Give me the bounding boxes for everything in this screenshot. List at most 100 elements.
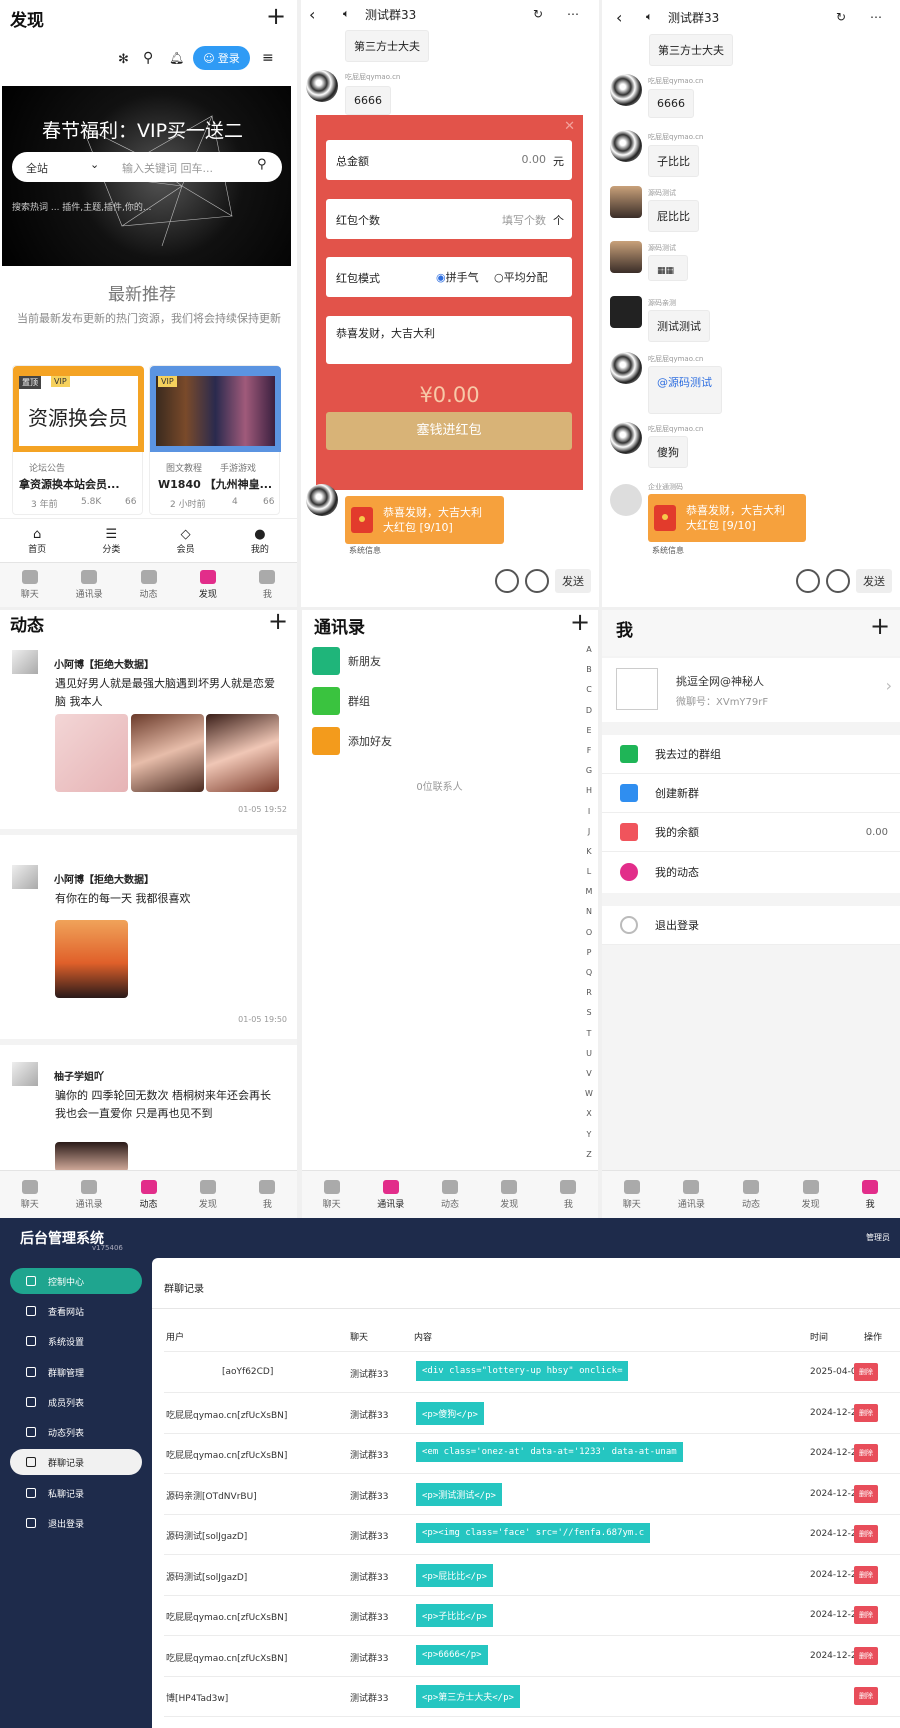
- sidebar-item-moments[interactable]: 动态列表: [10, 1419, 142, 1445]
- alphabet-letter[interactable]: U: [586, 1044, 592, 1064]
- red-packet-message[interactable]: 恭喜发财，大吉大利 大红包 [9/10]: [345, 496, 504, 544]
- post-image[interactable]: [131, 714, 204, 792]
- post-image[interactable]: [55, 1142, 128, 1172]
- alphabet-letter[interactable]: Y: [587, 1125, 592, 1145]
- site-nav-home[interactable]: ⌂ 首页: [0, 519, 74, 562]
- poster-name[interactable]: 小阿博【拒绝大数据】: [54, 656, 154, 671]
- tab-contacts[interactable]: 通讯录: [59, 1171, 118, 1218]
- submit-packet-button[interactable]: 塞钱进红包: [326, 412, 572, 450]
- gear-icon[interactable]: ✻: [118, 52, 129, 67]
- alphabet-letter[interactable]: B: [586, 660, 592, 680]
- bell-icon[interactable]: 🔔︎: [169, 51, 184, 65]
- tab-contacts[interactable]: 通讯录: [662, 1171, 722, 1218]
- alphabet-letter[interactable]: Q: [586, 963, 592, 983]
- menu-icon[interactable]: ≡: [262, 50, 274, 66]
- tab-moments[interactable]: 动态: [119, 563, 178, 607]
- delete-button[interactable]: 删除: [854, 1687, 878, 1705]
- tab-moments[interactable]: 动态: [420, 1171, 479, 1218]
- more-icon[interactable]: ⋯: [567, 7, 579, 21]
- mention-message[interactable]: @源码测试: [648, 366, 722, 414]
- tab-chat[interactable]: 聊天: [0, 563, 59, 607]
- alphabet-letter[interactable]: L: [587, 862, 591, 882]
- more-icon[interactable]: ⋯: [870, 10, 882, 24]
- post-image[interactable]: [55, 920, 128, 998]
- tab-me[interactable]: 我: [238, 563, 297, 607]
- delete-button[interactable]: 删除: [854, 1363, 878, 1381]
- tab-moments[interactable]: 动态: [721, 1171, 781, 1218]
- alphabet-letter[interactable]: F: [587, 741, 592, 761]
- search-input[interactable]: 输入关键词 回车...: [122, 160, 213, 176]
- red-packet-message[interactable]: 恭喜发财，大吉大利 大红包 [9/10]: [648, 494, 806, 542]
- radio-luck[interactable]: ◉拼手气: [436, 269, 479, 285]
- alphabet-letter[interactable]: G: [586, 761, 592, 781]
- add-icon[interactable]: +: [268, 610, 288, 633]
- tab-me[interactable]: 我: [238, 1171, 297, 1218]
- tab-discover[interactable]: 发现: [480, 1171, 539, 1218]
- tab-contacts[interactable]: 通讯录: [361, 1171, 420, 1218]
- plus-circle-icon[interactable]: [826, 569, 850, 593]
- search-bar[interactable]: 全站 ⌄ 输入关键词 回车... ⚲: [12, 152, 282, 182]
- refresh-icon[interactable]: ↻: [533, 7, 543, 21]
- alphabet-letter[interactable]: I: [588, 802, 590, 822]
- alphabet-letter[interactable]: H: [586, 781, 592, 801]
- profile-card[interactable]: 挑逗全网@神秘人 微聊号：XVmY79rF ›: [602, 658, 900, 722]
- search-scope[interactable]: 全站: [26, 160, 48, 176]
- sidebar-item-view-site[interactable]: 查看网站: [10, 1298, 142, 1324]
- alphabet-letter[interactable]: J: [588, 822, 590, 842]
- site-nav-mine[interactable]: ● 我的: [223, 519, 297, 562]
- tab-discover[interactable]: 发现: [178, 1171, 237, 1218]
- post-image[interactable]: [206, 714, 279, 792]
- resource-card[interactable]: 置顶 VIP 资源换会员 论坛公告 拿资源换本站会员... 3 年前 5.8K …: [12, 365, 144, 515]
- alphabet-letter[interactable]: W: [585, 1084, 593, 1104]
- alphabet-letter[interactable]: A: [586, 640, 591, 660]
- delete-button[interactable]: 删除: [854, 1484, 878, 1503]
- send-button[interactable]: 发送: [856, 569, 892, 593]
- alphabet-letter[interactable]: V: [586, 1064, 591, 1084]
- sidebar-item-logout[interactable]: 退出登录: [10, 1510, 142, 1536]
- tab-chat[interactable]: 聊天: [0, 1171, 59, 1218]
- tab-discover[interactable]: 发现: [178, 563, 237, 607]
- add-icon[interactable]: +: [870, 614, 890, 638]
- delete-button[interactable]: 删除: [854, 1403, 878, 1422]
- back-icon[interactable]: ‹: [616, 8, 622, 27]
- site-nav-category[interactable]: ☰ 分类: [74, 519, 148, 562]
- alphabet-letter[interactable]: K: [586, 842, 591, 862]
- tab-me[interactable]: 我: [840, 1171, 900, 1218]
- poster-name[interactable]: 小阿博【拒绝大数据】: [54, 871, 154, 886]
- emoji-icon[interactable]: [495, 569, 519, 593]
- alphabet-letter[interactable]: Z: [586, 1145, 591, 1165]
- alphabet-letter[interactable]: C: [586, 680, 592, 700]
- alphabet-letter[interactable]: X: [586, 1104, 591, 1124]
- delete-button[interactable]: 删除: [854, 1444, 878, 1462]
- add-icon[interactable]: +: [570, 610, 590, 634]
- contact-new-friends[interactable]: 新朋友: [312, 646, 381, 676]
- alphabet-letter[interactable]: P: [587, 943, 592, 963]
- delete-button[interactable]: 删除: [854, 1606, 878, 1624]
- alphabet-letter[interactable]: E: [586, 721, 591, 741]
- alphabet-letter[interactable]: M: [586, 882, 593, 902]
- contact-groups[interactable]: 群组: [312, 686, 370, 716]
- packet-count-field[interactable]: 红包个数 填写个数 个: [326, 199, 572, 239]
- card-title[interactable]: 拿资源换本站会员...: [19, 476, 120, 492]
- delete-button[interactable]: 删除: [854, 1525, 878, 1543]
- alphabet-letter[interactable]: O: [586, 923, 592, 943]
- tab-discover[interactable]: 发现: [781, 1171, 841, 1218]
- plus-circle-icon[interactable]: [525, 569, 549, 593]
- sidebar-item-group-records[interactable]: 群聊记录: [10, 1449, 142, 1475]
- admin-user[interactable]: 管理员: [866, 1232, 890, 1243]
- total-amount-field[interactable]: 总金额 0.00 元: [326, 140, 572, 180]
- tab-chat[interactable]: 聊天: [302, 1171, 361, 1218]
- alphabet-index[interactable]: ABCDEFGHIJKLMNOPQRSTUVWXYZ: [584, 640, 594, 1165]
- alphabet-letter[interactable]: R: [586, 983, 592, 1003]
- site-nav-vip[interactable]: ◇ 会员: [149, 519, 223, 562]
- login-button[interactable]: ☺ 登录: [193, 46, 250, 70]
- radio-even[interactable]: ○平均分配: [494, 269, 548, 285]
- send-button[interactable]: 发送: [555, 569, 591, 593]
- menu-balance[interactable]: 我的余额 0.00: [602, 813, 900, 852]
- add-icon[interactable]: +: [266, 4, 286, 28]
- tab-moments[interactable]: 动态: [119, 1171, 178, 1218]
- menu-joined-groups[interactable]: 我去过的群组: [602, 735, 900, 774]
- sidebar-item-settings[interactable]: 系统设置: [10, 1328, 142, 1354]
- alphabet-letter[interactable]: D: [586, 701, 592, 721]
- search-icon[interactable]: ⚲: [257, 157, 267, 172]
